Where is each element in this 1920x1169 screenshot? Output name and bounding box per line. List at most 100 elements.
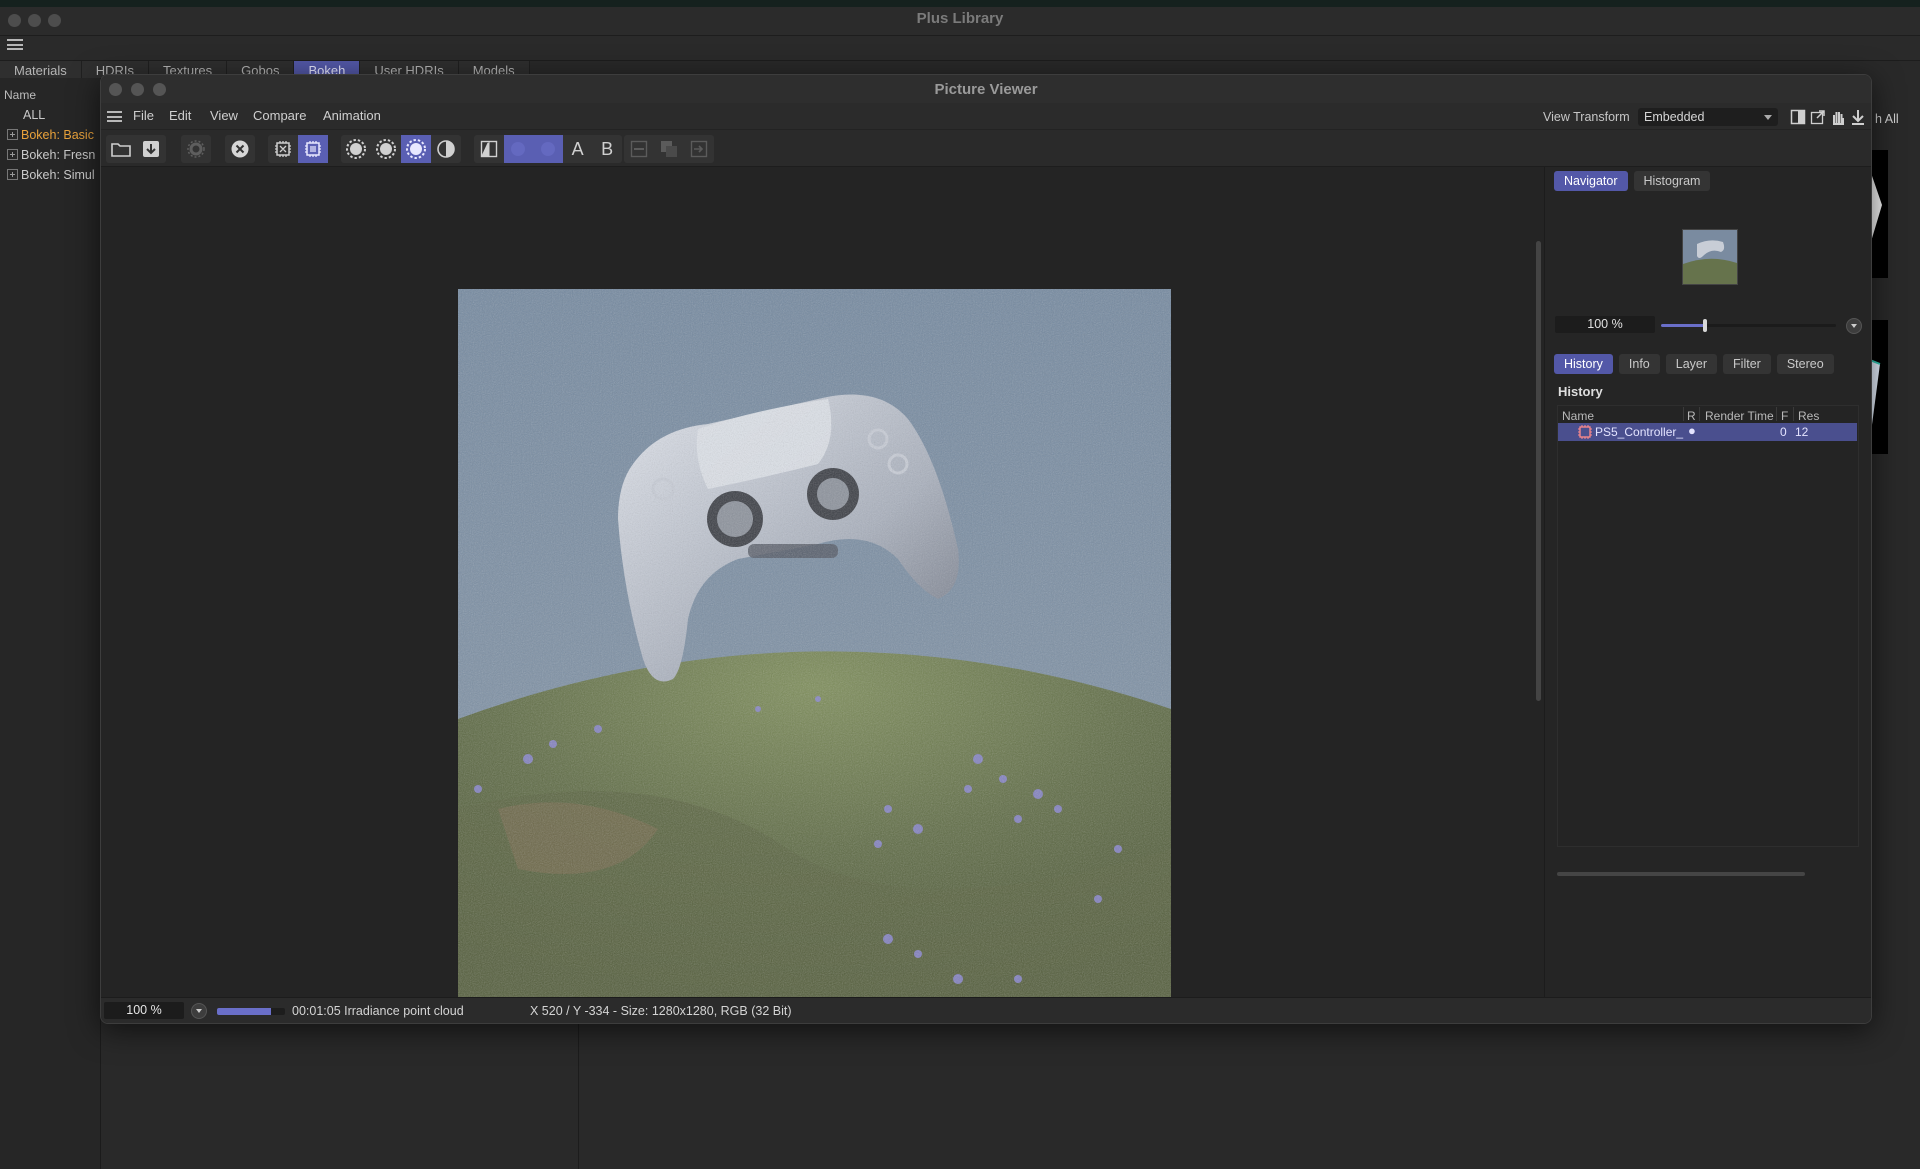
history-col-render-time[interactable]: Render Time: [1705, 409, 1774, 423]
layout-1-button[interactable]: [624, 135, 654, 163]
chip-icon: [305, 141, 321, 157]
open-folder-button[interactable]: [106, 135, 136, 163]
compare-a-button[interactable]: [503, 135, 534, 163]
tab-info[interactable]: Info: [1618, 354, 1660, 374]
render-group: [181, 135, 211, 163]
tree-item-bokeh-fresnel[interactable]: Bokeh: Fresn: [7, 148, 95, 162]
library-tree-panel: [0, 78, 101, 1169]
tab-histogram[interactable]: Histogram: [1633, 171, 1711, 191]
compare-icon: [480, 140, 497, 158]
canvas-scrollbar[interactable]: [1536, 241, 1541, 701]
tree-item-bokeh-basic[interactable]: Bokeh: Basic: [7, 128, 94, 142]
library-preview-tile[interactable]: [1869, 320, 1888, 454]
history-col-r[interactable]: R: [1687, 409, 1696, 423]
picture-viewer-window: Picture Viewer File Edit View Compare An…: [100, 74, 1872, 1024]
tab-filter[interactable]: Filter: [1723, 354, 1771, 374]
view-transform-select[interactable]: Embedded: [1638, 108, 1778, 126]
set-b-button[interactable]: B: [592, 135, 622, 163]
tree-item-label: Bokeh: Basic: [21, 128, 94, 142]
history-col-res[interactable]: Res: [1798, 409, 1856, 423]
layout-2-button[interactable]: [654, 135, 684, 163]
history-col-name[interactable]: Name: [1562, 409, 1594, 423]
expand-icon[interactable]: [7, 149, 18, 160]
library-preview-tile[interactable]: [1870, 150, 1888, 278]
sun-icon: [406, 139, 426, 159]
pan-hand-icon[interactable]: [1830, 109, 1846, 125]
compare-b-button[interactable]: [533, 135, 563, 163]
cpu-render-button[interactable]: [268, 135, 298, 163]
bokeh-shape-preview: [1870, 150, 1888, 278]
stop-group: [225, 135, 255, 163]
set-a-button[interactable]: A: [563, 135, 593, 163]
status-zoom-dropdown[interactable]: [191, 1003, 207, 1019]
render-chip-icon: [1578, 425, 1592, 439]
history-row-r: ●: [1688, 423, 1696, 438]
history-row[interactable]: PS5_Controller_ ● 0 12: [1558, 423, 1857, 441]
viewer-toolbar: A B: [101, 130, 1871, 167]
layers-icon: [661, 141, 677, 157]
channel-group: [268, 135, 328, 163]
layout-3-button[interactable]: [684, 135, 714, 163]
filter-3-button[interactable]: [401, 135, 431, 163]
column-divider[interactable]: [1793, 407, 1794, 421]
bokeh-shape-preview: [1869, 359, 1881, 440]
zoom-slider-handle[interactable]: [1702, 319, 1707, 332]
menu-file[interactable]: File: [133, 108, 154, 123]
download-arrow-icon[interactable]: [1850, 109, 1866, 125]
filter-1-button[interactable]: [341, 135, 371, 163]
viewer-title: Picture Viewer: [934, 81, 1038, 98]
filter-2-button[interactable]: [371, 135, 401, 163]
column-divider[interactable]: [1699, 407, 1700, 421]
open-external-icon[interactable]: [1810, 109, 1826, 125]
sun-icon: [511, 142, 526, 156]
gpu-render-button[interactable]: [298, 135, 328, 163]
tab-layer[interactable]: Layer: [1665, 354, 1718, 374]
library-menu-icon[interactable]: [7, 39, 23, 50]
tree-item-all[interactable]: ALL: [23, 108, 45, 122]
stop-render-button[interactable]: [225, 135, 255, 163]
save-image-button[interactable]: [136, 135, 166, 163]
search-all-label[interactable]: h All: [1875, 112, 1899, 126]
zoom-dropdown-button[interactable]: [1846, 318, 1862, 334]
menu-edit[interactable]: Edit: [169, 108, 191, 123]
menu-compare[interactable]: Compare: [253, 108, 306, 123]
tree-item-label: Bokeh: Fresn: [21, 148, 96, 162]
desktop-strip: [0, 0, 1920, 7]
chevron-down-icon: [1764, 115, 1772, 120]
status-zoom-field[interactable]: 100 %: [104, 1002, 184, 1019]
file-group: [106, 135, 166, 163]
history-row-res: 12: [1795, 425, 1809, 439]
render-progress-fill: [217, 1008, 272, 1015]
tab-navigator[interactable]: Navigator: [1554, 171, 1628, 191]
split-view-icon[interactable]: [1790, 109, 1806, 125]
library-divider: [578, 1015, 579, 1169]
compare-swap-button[interactable]: [474, 135, 504, 163]
history-row-name: PS5_Controller_: [1595, 425, 1684, 439]
render-settings-button[interactable]: [181, 135, 211, 163]
tree-item-bokeh-simul[interactable]: Bokeh: Simul: [7, 168, 95, 182]
tree-name-header: Name: [4, 88, 37, 102]
chip-icon: [275, 141, 291, 157]
tab-stereo[interactable]: Stereo: [1776, 354, 1834, 374]
folder-icon: [111, 143, 131, 157]
viewer-menu-icon[interactable]: [107, 111, 122, 122]
navigator-zoom-field[interactable]: 100 %: [1555, 316, 1655, 333]
column-divider[interactable]: [1683, 407, 1684, 421]
menu-view[interactable]: View: [210, 108, 238, 123]
expand-icon[interactable]: [7, 169, 18, 180]
export-icon: [690, 140, 708, 158]
expand-icon[interactable]: [7, 129, 18, 140]
menu-animation[interactable]: Animation: [323, 108, 381, 123]
tab-history[interactable]: History: [1554, 354, 1613, 374]
navigator-thumbnail[interactable]: [1682, 229, 1738, 285]
close-icon: [231, 140, 249, 158]
contrast-button[interactable]: [431, 135, 461, 163]
layout-icon: [630, 140, 648, 158]
history-col-f[interactable]: F: [1781, 409, 1788, 423]
viewer-status-bar: 100 % 00:01:05 Irradiance point cloud X …: [101, 997, 1871, 1023]
image-canvas[interactable]: [101, 167, 1636, 1002]
tab-materials[interactable]: Materials: [0, 61, 82, 78]
render-preview-image: [458, 289, 1171, 1002]
column-divider[interactable]: [1776, 407, 1777, 421]
history-scrollbar[interactable]: [1557, 872, 1805, 876]
